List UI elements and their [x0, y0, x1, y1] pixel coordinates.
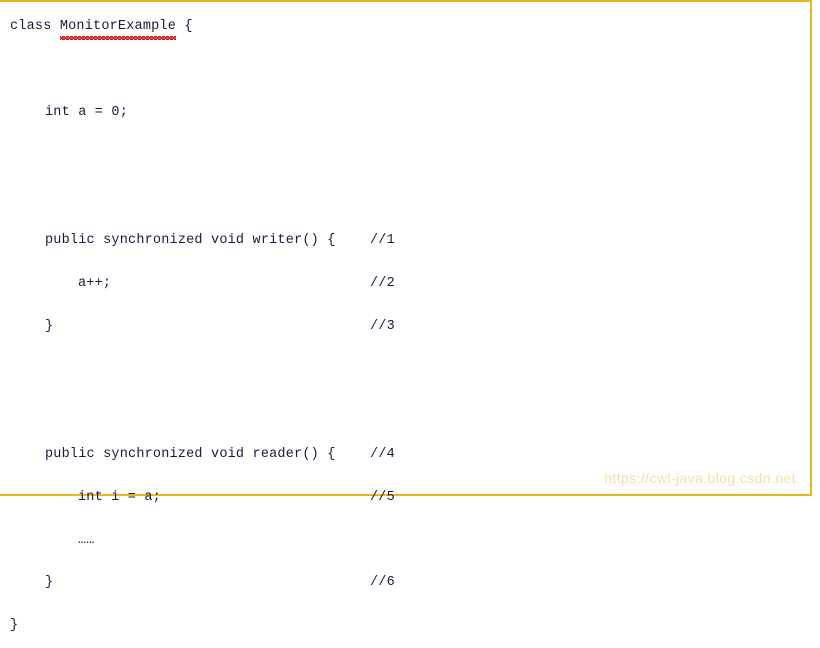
code-line: int a = 0; — [0, 92, 810, 135]
code-step-comment: //1 — [370, 232, 395, 248]
code-line: public synchronized void writer() { //1 — [0, 220, 810, 263]
code-line: a++; //2 — [0, 263, 810, 306]
site-watermark: https://cwl-java.blog.csdn.net — [604, 470, 796, 486]
code-line-text: int a = 0; — [45, 104, 129, 120]
code-line: } //6 — [0, 562, 810, 605]
code-listing-figure: class MonitorExample { int a = 0; public s… — [0, 0, 812, 633]
code-keyword: class — [10, 19, 60, 34]
code-line-text: int i = a; — [78, 489, 162, 505]
class-name-identifier: MonitorExample — [59, 6, 177, 49]
code-line: class MonitorExample { — [0, 6, 810, 49]
code-line-text: public synchronized void writer() { — [45, 232, 336, 248]
code-step-comment: //2 — [370, 275, 395, 291]
code-line: } //3 — [0, 306, 810, 349]
code-step-comment: //6 — [370, 575, 395, 591]
code-line-text: } — [45, 318, 54, 334]
code-line-text: } — [45, 575, 54, 591]
code-line-text: a++; — [78, 275, 112, 291]
code-line-text: …… — [78, 532, 95, 548]
code-line: } — [0, 605, 810, 648]
code-listing-body: class MonitorExample { int a = 0; public s… — [0, 2, 810, 633]
code-line: …… — [0, 520, 810, 563]
code-step-comment: //5 — [370, 489, 395, 505]
code-brace: { — [176, 19, 193, 34]
code-line-text: class MonitorExample { — [10, 6, 193, 49]
code-step-comment: //4 — [370, 446, 395, 462]
code-line-text: } — [10, 618, 19, 634]
code-line-text: public synchronized void reader() { — [45, 446, 336, 462]
code-step-comment: //3 — [370, 318, 395, 334]
